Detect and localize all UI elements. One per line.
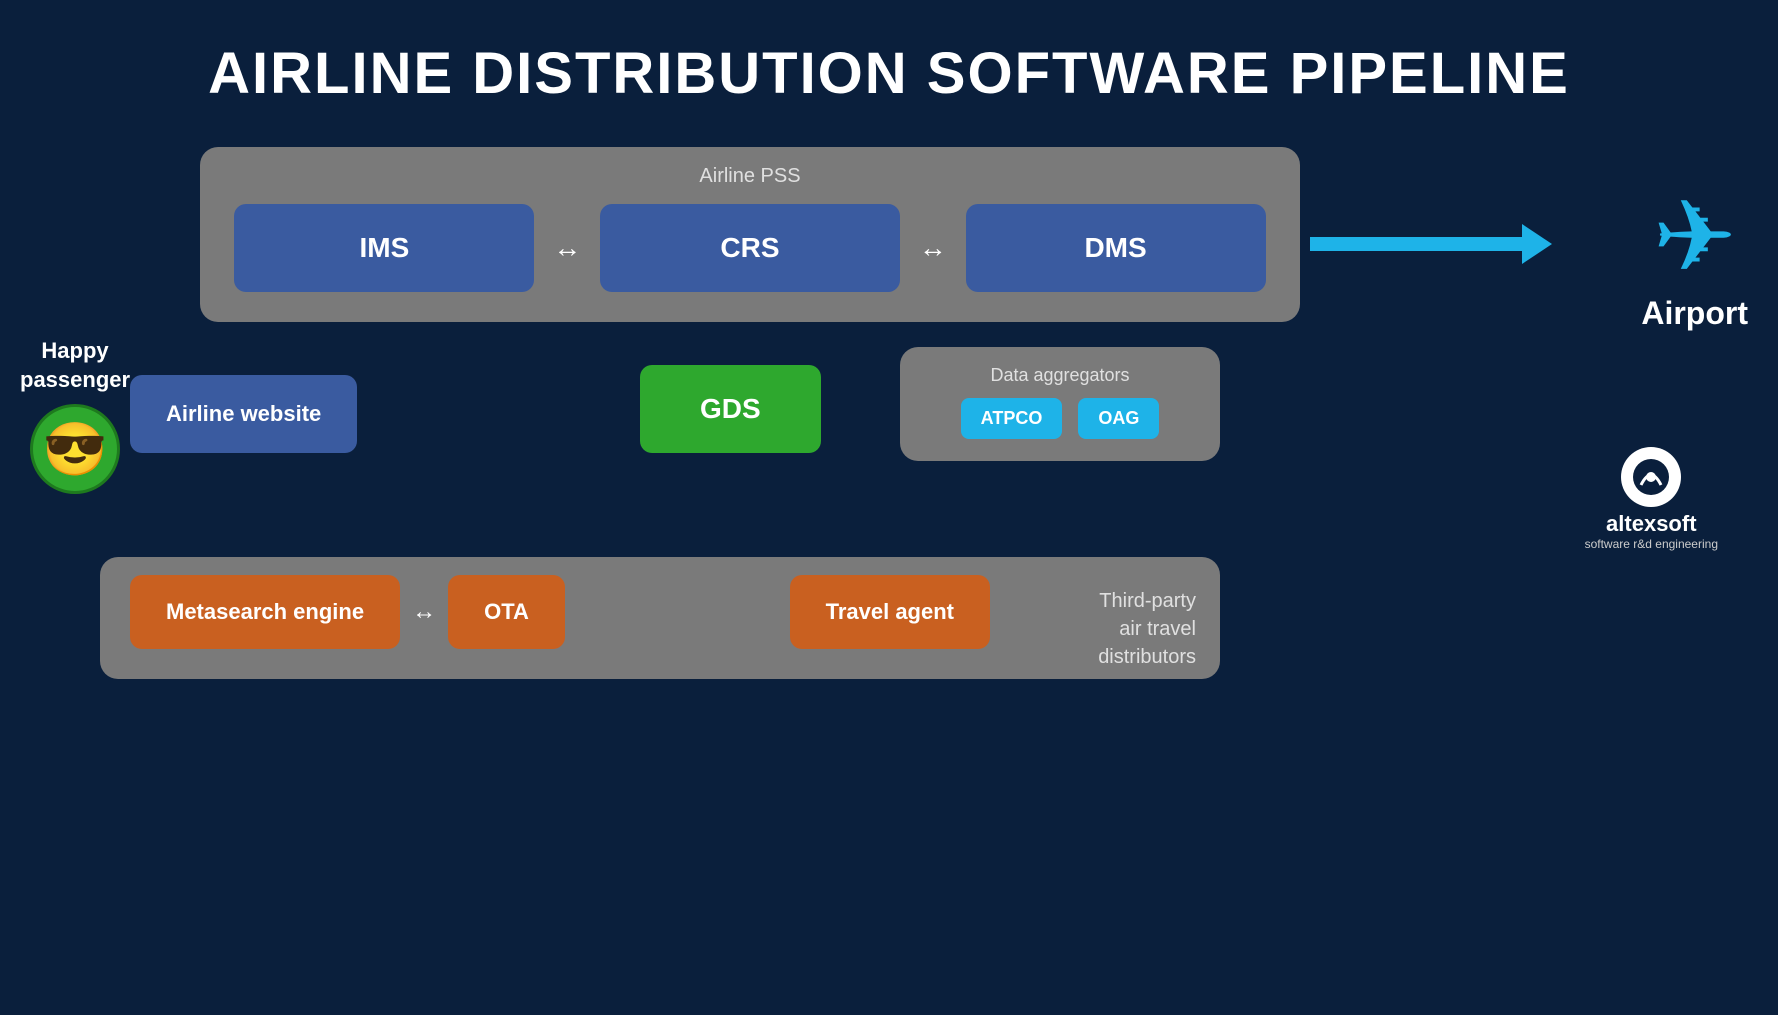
data-agg-label: Data aggregators <box>930 365 1190 386</box>
altexsoft-sub: software r&d engineering <box>1585 537 1718 551</box>
metasearch-block: Metasearch engine <box>130 575 400 649</box>
altexsoft-svg <box>1631 457 1671 497</box>
airport-section: ✈ Airport <box>1641 187 1748 332</box>
oag-chip: OAG <box>1078 398 1159 439</box>
travel-agent-block: Travel agent <box>790 575 990 649</box>
page-title: AIRLINE DISTRIBUTION SOFTWARE PIPELINE <box>0 0 1778 137</box>
third-party-inner: Metasearch engine ↔ OTA Travel agent <box>130 575 1190 649</box>
data-aggregators-box: Data aggregators ATPCO OAG <box>900 347 1220 461</box>
passenger-label: Happypassenger <box>20 337 130 394</box>
dms-block: DMS <box>966 204 1266 292</box>
middle-row: Airline website <box>130 375 357 453</box>
passenger-section: Happypassenger 😎 <box>20 337 130 494</box>
third-party-box: Metasearch engine ↔ OTA Travel agent Thi… <box>100 557 1220 679</box>
dms-airport-arrow <box>1310 237 1530 251</box>
metasearch-ota-arrow: ↔ <box>412 598 436 626</box>
altexsoft-name: altexsoft <box>1606 511 1696 537</box>
data-agg-inner: ATPCO OAG <box>930 398 1190 439</box>
pss-box: Airline PSS IMS ↔ CRS ↔ DMS <box>200 147 1300 322</box>
altexsoft-logo: altexsoft software r&d engineering <box>1585 447 1718 551</box>
airport-label: Airport <box>1641 295 1748 332</box>
pss-inner: IMS ↔ CRS ↔ DMS <box>230 204 1270 292</box>
ims-crs-arrow: ↔ <box>553 232 581 264</box>
pss-label: Airline PSS <box>230 165 1270 188</box>
airline-website-block: Airline website <box>130 375 357 453</box>
gds-block: GDS <box>640 365 821 453</box>
atpco-chip: ATPCO <box>961 398 1063 439</box>
ota-block: OTA <box>448 575 565 649</box>
third-party-label: Third-partyair traveldistributors <box>1098 587 1196 671</box>
altexsoft-icon <box>1621 447 1681 507</box>
ims-block: IMS <box>234 204 534 292</box>
crs-dms-arrow: ↔ <box>919 232 947 264</box>
passenger-icon: 😎 <box>30 404 120 494</box>
page-container: AIRLINE DISTRIBUTION SOFTWARE PIPELINE A… <box>0 0 1778 137</box>
crs-block: CRS <box>600 204 900 292</box>
airplane-icon: ✈ <box>1653 187 1737 287</box>
